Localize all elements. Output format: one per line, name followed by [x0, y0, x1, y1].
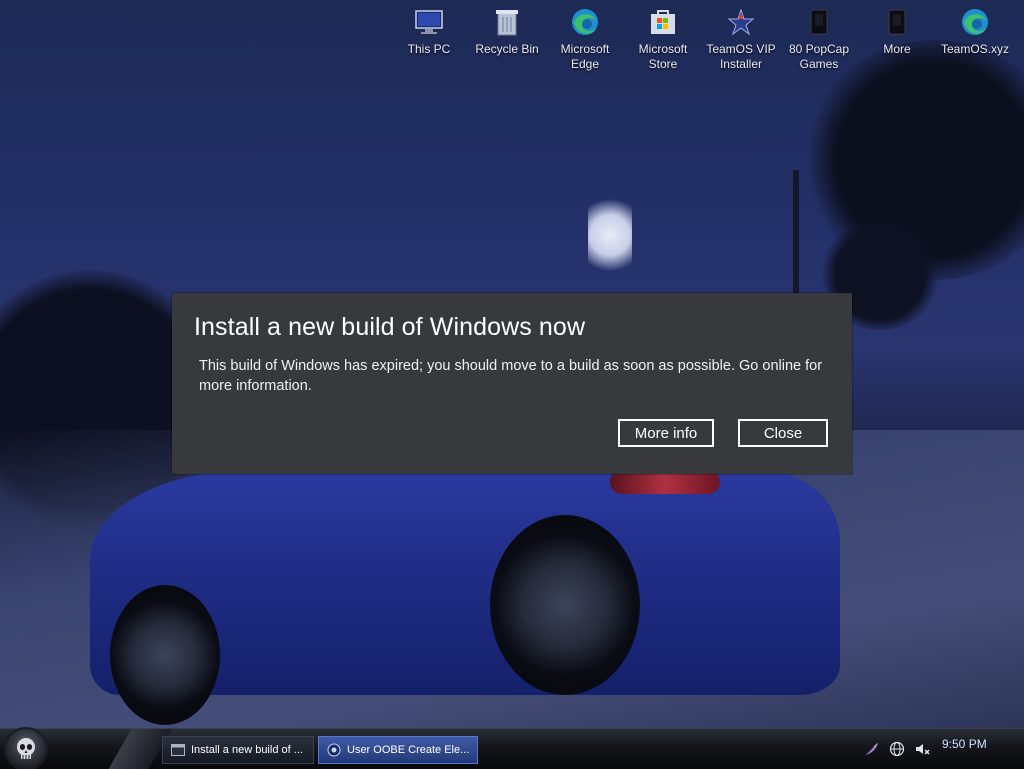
edge-icon — [569, 6, 601, 38]
close-button[interactable]: Close — [738, 419, 828, 447]
more-icon — [881, 6, 913, 38]
dialog-message: This build of Windows has expired; you s… — [199, 358, 823, 394]
wallpaper-streetlight — [588, 190, 632, 280]
start-button[interactable] — [4, 729, 48, 769]
this-pc-icon — [413, 6, 445, 38]
feather-icon[interactable] — [864, 741, 880, 757]
desktop-icon-teamos-xyz[interactable]: TeamOS.xyz — [936, 6, 1014, 72]
desktop-icon-this-pc[interactable]: This PC — [390, 6, 468, 72]
desktop-icon-popcap-games[interactable]: 80 PopCap Games — [780, 6, 858, 72]
volume-muted-icon[interactable] — [914, 741, 930, 757]
desktop-icon-store[interactable]: Microsoft Store — [624, 6, 702, 72]
wallpaper-car-wheel — [490, 515, 640, 695]
wallpaper-pole — [793, 170, 799, 310]
desktop-icon-label: TeamOS VIP Installer — [706, 42, 776, 71]
desktop-icon-grid: This PC Recycle Bin Microsoft Edge Micro… — [390, 6, 1014, 72]
taskbar-item-label: User OOBE Create Ele... — [347, 744, 470, 756]
dialog-title: Install a new build of Windows now — [194, 313, 586, 341]
expiration-dialog: Install a new build of Windows now This … — [172, 293, 852, 474]
taskbar-item-user-oobe[interactable]: User OOBE Create Ele... — [318, 736, 478, 764]
taskbar-item-label: Install a new build of ... — [191, 744, 303, 756]
edge-link-icon — [959, 6, 991, 38]
desktop-icon-teamos-installer[interactable]: TeamOS VIP Installer — [702, 6, 780, 72]
desktop-icon-recycle-bin[interactable]: Recycle Bin — [468, 6, 546, 72]
start-orb-icon — [6, 729, 46, 769]
desktop-icon-label: TeamOS.xyz — [940, 42, 1009, 56]
more-info-button[interactable]: More info — [618, 419, 714, 447]
desktop-icon-label: 80 PopCap Games — [788, 42, 850, 71]
recycle-bin-icon — [491, 6, 523, 38]
taskbar: Install a new build of ... User OOBE Cre… — [0, 728, 1024, 769]
desktop-icon-label: Microsoft Edge — [560, 42, 610, 71]
desktop-icon-label: This PC — [407, 42, 451, 56]
network-icon[interactable] — [889, 741, 905, 757]
desktop-icon-label: More — [883, 42, 911, 56]
installer-icon — [725, 6, 757, 38]
desktop-icon-more[interactable]: More — [858, 6, 936, 72]
desktop-icon-label: Recycle Bin — [475, 42, 539, 56]
oobe-icon — [327, 743, 341, 757]
store-icon — [647, 6, 679, 38]
desktop-icon-label: Microsoft Store — [638, 42, 688, 71]
taskbar-item-install-build[interactable]: Install a new build of ... — [162, 736, 314, 764]
popcap-icon — [803, 6, 835, 38]
taskbar-clock[interactable]: 9:50 PM — [942, 737, 987, 751]
window-icon — [171, 743, 185, 757]
desktop-icon-edge[interactable]: Microsoft Edge — [546, 6, 624, 72]
wallpaper-car-wheel — [110, 585, 220, 725]
